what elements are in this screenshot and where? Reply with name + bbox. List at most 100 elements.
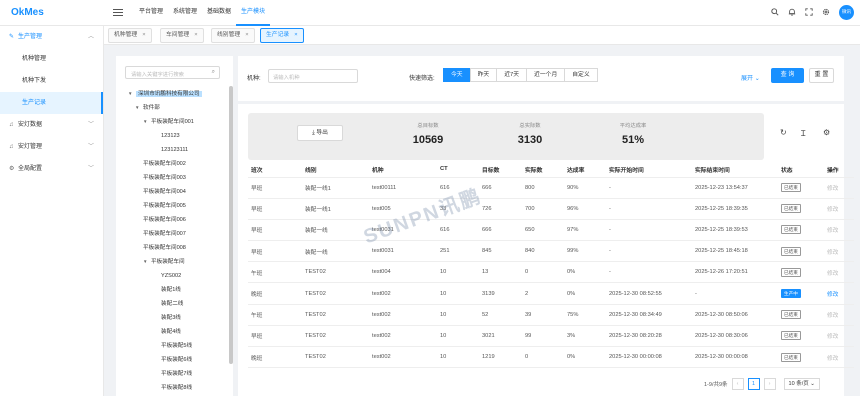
table-cell: -	[692, 282, 778, 305]
refresh-icon[interactable]: ↻	[780, 128, 787, 137]
tree-node[interactable]: 平板装配车间004	[116, 185, 233, 199]
column-header: 目标数	[479, 162, 522, 178]
quick-custom[interactable]: 自定义	[564, 68, 598, 82]
page-size-select[interactable]: 10 条/页 ⌄	[783, 378, 820, 390]
tree-node[interactable]: YZS002	[116, 269, 233, 283]
tree-search-input[interactable]: 请输入关键字进行搜索 ⌕	[125, 66, 220, 79]
density-icon[interactable]: Ɪ	[801, 128, 805, 139]
tree-node[interactable]: 平板装配车间007	[116, 227, 233, 241]
tree-search-placeholder: 请输入关键字进行搜索	[131, 72, 184, 78]
search-icon[interactable]	[767, 4, 783, 20]
tree-node[interactable]: 平板装配7线	[116, 367, 233, 381]
tree-node[interactable]: 平板装配车间003	[116, 171, 233, 185]
tree-node[interactable]: 平板装配车间006	[116, 213, 233, 227]
column-header: 达成率	[564, 162, 606, 178]
table-cell: test00111	[369, 177, 437, 199]
sidebar-item-model-dispatch[interactable]: 机种下发	[0, 70, 103, 92]
table-cell: 2025-12-25 18:45:18	[692, 240, 778, 263]
tree-node[interactable]: 平板装配车间005	[116, 199, 233, 213]
caret-down-icon[interactable]: ▼	[135, 101, 143, 115]
tree-node[interactable]: ▼ 平板装配车间	[116, 255, 233, 269]
tab-workshop-manage[interactable]: 车间管理 ×	[160, 28, 204, 43]
table-row: 早班 装配一线 test0031 251 845 840 99% -2025-12-25 18…	[248, 240, 854, 263]
edit-link[interactable]: 修改	[827, 356, 838, 362]
tree-node[interactable]: ▼ 深圳市讯鹏科技有限公司	[116, 87, 233, 101]
tab-production-record[interactable]: 生产记录 ×	[260, 28, 304, 43]
tab-line-manage[interactable]: 线别管理 ×	[211, 28, 255, 43]
sidebar-item-production-record[interactable]: 生产记录	[0, 92, 103, 114]
top-nav: 平台管理 系统管理 基础数据 生产模块	[134, 0, 271, 26]
sidebar-group-andon-data[interactable]: ♫ 安灯数据 ﹀	[0, 114, 103, 136]
tree-node[interactable]: ▼ 软件部	[116, 101, 233, 115]
quick-last-month[interactable]: 近一个月	[526, 68, 566, 82]
caret-down-icon[interactable]: ▼	[128, 87, 136, 101]
sidebar-group-andon-manage[interactable]: ♫ 安灯管理 ﹀	[0, 136, 103, 158]
table-cell: 早班	[248, 177, 302, 199]
tree-node-label: 平板装配7线	[161, 371, 193, 377]
tree-node-label: 123123111	[161, 147, 189, 153]
bell-icon[interactable]	[784, 4, 800, 20]
tree-node[interactable]: 平板装配5线	[116, 339, 233, 353]
settings-icon[interactable]	[818, 4, 834, 20]
tab-model-manage[interactable]: 机种管理 ×	[108, 28, 152, 43]
edit-link[interactable]: 修改	[827, 334, 838, 340]
topnav-system[interactable]: 系统管理	[168, 0, 202, 26]
sidebar-item-model-manage[interactable]: 机种管理	[0, 48, 103, 70]
tree-node[interactable]: 装配二线	[116, 297, 233, 311]
tree-node[interactable]: 装配3线	[116, 311, 233, 325]
table-cell: 2025-12-30 08:34:49	[606, 304, 692, 326]
sidebar-group-label: 生产管理	[18, 34, 43, 40]
prev-page-button[interactable]: ‹	[731, 378, 744, 390]
tree-node[interactable]: 平板装配车间002	[116, 157, 233, 171]
close-icon[interactable]: ×	[245, 32, 248, 38]
export-button[interactable]: ⤓ 导出	[297, 125, 343, 141]
table-cell: test0031	[369, 219, 437, 242]
sidebar-group-production[interactable]: ✎ 生产管理 ︿	[0, 26, 103, 48]
next-page-button[interactable]: ›	[763, 378, 776, 390]
app-logo[interactable]: OkMes	[11, 7, 44, 18]
tree-node[interactable]: 平板装配8线	[116, 381, 233, 395]
quick-yesterday[interactable]: 昨天	[469, 68, 498, 82]
close-icon[interactable]: ×	[194, 32, 197, 38]
column-settings-icon[interactable]: ⚙	[823, 128, 830, 137]
reset-button[interactable]: 重 置	[809, 68, 834, 83]
edit-link[interactable]: 修改	[827, 207, 838, 213]
query-button[interactable]: 查 询	[771, 68, 804, 83]
tree-scrollbar[interactable]	[229, 86, 233, 364]
edit-link[interactable]: 修改	[827, 186, 838, 192]
topnav-production[interactable]: 生产模块	[236, 0, 271, 26]
table-cell: 840	[522, 240, 564, 263]
quick-last-7-days[interactable]: 近7天	[496, 68, 528, 82]
tree-node[interactable]: 平板装配车间008	[116, 241, 233, 255]
edit-link[interactable]: 修改	[827, 250, 838, 256]
close-icon[interactable]: ×	[294, 32, 297, 38]
close-icon[interactable]: ×	[142, 32, 145, 38]
edit-link[interactable]: 修改	[827, 228, 838, 234]
topnav-basic-data[interactable]: 基础数据	[202, 0, 236, 26]
tree-node[interactable]: 123123111	[116, 143, 233, 157]
tree-node[interactable]: 123123	[116, 129, 233, 143]
table-row: 午班 TEST02 test004 10 13 0 0% -2025-12-26 17:20:…	[248, 261, 854, 284]
tree-node[interactable]: 平板装配6线	[116, 353, 233, 367]
model-input[interactable]: 请输入机种	[268, 69, 358, 83]
search-icon: ⌕	[211, 69, 215, 75]
edit-link[interactable]: 修改	[827, 292, 838, 298]
edit-link[interactable]: 修改	[827, 313, 838, 319]
tree-node-label: 平板装配车间008	[143, 245, 186, 251]
expand-toggle[interactable]: 展开 ⌄	[741, 73, 760, 82]
menu-toggle-icon[interactable]	[113, 7, 123, 17]
user-avatar[interactable]: 微讯	[839, 4, 854, 20]
tree-node[interactable]: 装配4线	[116, 325, 233, 339]
tree-node[interactable]: 装配1线	[116, 283, 233, 297]
tree-node[interactable]: ▼ 平板装配车间001	[116, 115, 233, 129]
caret-down-icon[interactable]: ▼	[143, 115, 151, 129]
caret-down-icon[interactable]: ▼	[143, 255, 151, 269]
status-badge: 已结束	[781, 352, 801, 362]
fullscreen-icon[interactable]	[801, 4, 817, 20]
edit-link[interactable]: 修改	[827, 271, 838, 277]
table-cell: 10	[437, 304, 479, 326]
quick-today[interactable]: 今天	[443, 68, 471, 82]
sidebar-group-global-config[interactable]: ⚙ 全局配置 ﹀	[0, 158, 103, 180]
topnav-platform[interactable]: 平台管理	[134, 0, 168, 26]
page-button-current[interactable]: 1	[747, 378, 760, 390]
